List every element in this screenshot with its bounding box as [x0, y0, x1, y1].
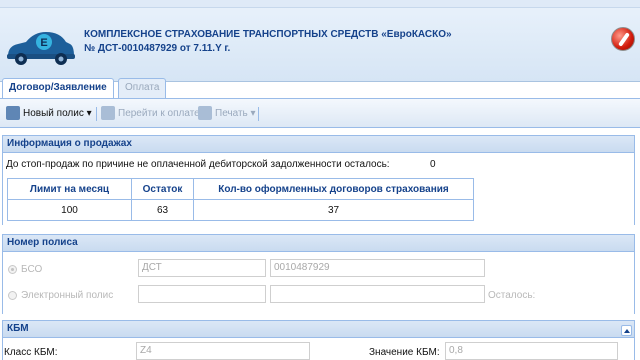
stop-sales-value: 0: [430, 159, 436, 170]
new-policy-icon: [6, 106, 20, 120]
electronic-policy-label: Электронный полис: [21, 290, 114, 301]
kbm-class-label: Класс КБМ:: [4, 347, 58, 358]
go-to-payment-button[interactable]: Перейти к оплате: [118, 107, 200, 121]
tab-bar: Договор/Заявление Оплата: [0, 78, 640, 98]
toolbar: Новый полис ▾ Перейти к оплате Печать ▾: [0, 98, 640, 128]
car-logo-icon: E: [7, 32, 75, 65]
policy-panel-header: Номер полиса: [2, 234, 635, 252]
collapse-button[interactable]: [621, 325, 632, 336]
print-icon: [198, 106, 212, 120]
kbm-panel-header: КБМ: [2, 320, 635, 338]
contract-number: № ДСТ-0010487929 от 7.11.Y г.: [84, 43, 231, 54]
close-icon: [618, 32, 630, 47]
stop-sales-text: До стоп-продаж по причине не оплаченной …: [6, 159, 390, 170]
app-header: E КОМПЛЕКСНОЕ СТРАХОВАНИЕ ТРАНСПОРТНЫХ С…: [0, 0, 640, 82]
page-title: КОМПЛЕКСНОЕ СТРАХОВАНИЕ ТРАНСПОРТНЫХ СРЕ…: [84, 29, 452, 40]
remaining-label: Осталось:: [488, 290, 536, 301]
toolbar-divider: [96, 107, 97, 121]
column-header: Кол-во оформленных договоров страхования: [193, 178, 474, 200]
electronic-number-field[interactable]: [270, 285, 485, 303]
close-button[interactable]: [611, 27, 635, 51]
bso-series-field[interactable]: ДСТ: [138, 259, 266, 277]
limits-table: Лимит на месяц Остаток Кол-во оформленны…: [7, 178, 474, 221]
kbm-value-label: Значение КБМ:: [369, 347, 440, 358]
print-label: Печать: [215, 108, 248, 119]
table-row: 100 63 37: [7, 199, 474, 221]
table-cell: 63: [131, 199, 194, 221]
new-policy-label: Новый полис: [23, 108, 84, 119]
tab-payment[interactable]: Оплата: [118, 78, 167, 98]
kbm-value-field[interactable]: 0,8: [445, 342, 618, 360]
bso-label: БСО: [21, 264, 43, 275]
payment-icon: [101, 106, 115, 120]
table-cell: 100: [7, 199, 132, 221]
sales-panel-header: Информация о продажах: [2, 135, 635, 153]
new-policy-button[interactable]: Новый полис ▾: [23, 107, 92, 121]
column-header: Остаток: [131, 178, 194, 200]
kbm-class-field[interactable]: Z4: [136, 342, 310, 360]
bso-radio[interactable]: [8, 265, 17, 274]
top-strip: [0, 0, 640, 8]
tab-contract[interactable]: Договор/Заявление: [2, 78, 114, 98]
print-button[interactable]: Печать ▾: [215, 107, 256, 121]
table-cell: 37: [193, 199, 474, 221]
column-header: Лимит на месяц: [7, 178, 132, 200]
table-header-row: Лимит на месяц Остаток Кол-во оформленны…: [7, 178, 474, 200]
logo-letter: E: [40, 37, 47, 49]
bso-number-field[interactable]: 0010487929: [270, 259, 485, 277]
toolbar-divider: [258, 107, 259, 121]
electronic-series-field[interactable]: [138, 285, 266, 303]
electronic-policy-radio[interactable]: [8, 291, 17, 300]
